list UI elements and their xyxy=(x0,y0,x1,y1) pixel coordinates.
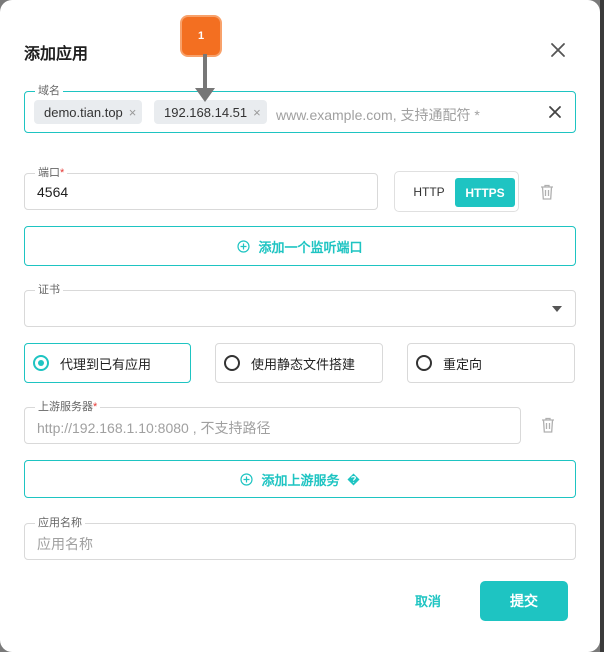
mode-label: 代理到已有应用 xyxy=(60,356,152,372)
mode-proxy-option[interactable]: 代理到已有应用 xyxy=(24,343,191,383)
domain-chip[interactable]: demo.tian.top × xyxy=(34,100,143,124)
chevron-down-icon[interactable] xyxy=(552,306,562,312)
add-port-label: 添加一个监听端口 xyxy=(258,239,363,255)
delete-port-icon[interactable] xyxy=(540,184,554,200)
domain-field[interactable]: 域名 demo.tian.top × 192.168.14.51 × www.e… xyxy=(24,84,576,133)
add-app-dialog: 添加应用 域名 demo.tian.top × 192.168.14.51 × … xyxy=(0,0,600,652)
clear-icon[interactable] xyxy=(548,105,562,119)
upstream-input[interactable]: http://192.168.1.10:8080 , 不支持路径 xyxy=(37,418,270,438)
mode-redirect-option[interactable]: 重定向 xyxy=(407,343,575,383)
mode-label: 重定向 xyxy=(443,356,483,372)
upstream-label: 上游服务器* xyxy=(35,400,101,414)
protocol-http-button[interactable]: HTTP xyxy=(405,181,453,203)
annotation-badge: 1 xyxy=(182,17,220,55)
add-port-button[interactable]: 添加一个监听端口 xyxy=(24,226,576,266)
annotation-arrow-icon xyxy=(195,54,215,102)
chip-remove-icon[interactable]: × xyxy=(129,105,137,120)
domain-label: 域名 xyxy=(35,84,63,98)
domain-input[interactable]: www.example.com, 支持通配符 * xyxy=(276,105,480,125)
plus-circle-icon xyxy=(240,472,254,486)
dialog-title: 添加应用 xyxy=(24,46,89,63)
radio-icon xyxy=(224,355,240,371)
background-edge xyxy=(600,0,604,652)
upstream-field[interactable]: 上游服务器* http://192.168.1.10:8080 , 不支持路径 xyxy=(24,400,521,444)
domain-chip-text: 192.168.14.51 xyxy=(164,104,248,120)
app-name-label: 应用名称 xyxy=(35,516,85,530)
chip-remove-icon[interactable]: × xyxy=(253,105,261,120)
app-name-field[interactable]: 应用名称 应用名称 xyxy=(24,516,576,560)
port-input[interactable]: 4564 xyxy=(37,184,68,200)
submit-button[interactable]: 提交 xyxy=(480,581,568,621)
domain-chip-text: demo.tian.top xyxy=(44,104,123,120)
radio-icon xyxy=(416,355,432,371)
protocol-https-button[interactable]: HTTPS xyxy=(455,178,515,207)
protocol-toggle: HTTP HTTPS xyxy=(394,171,519,212)
help-icon[interactable] xyxy=(346,472,360,486)
cancel-button[interactable]: 取消 xyxy=(406,591,450,611)
mode-label: 使用静态文件搭建 xyxy=(251,356,356,372)
delete-upstream-icon[interactable] xyxy=(541,417,555,433)
close-icon[interactable] xyxy=(549,41,567,59)
certificate-label: 证书 xyxy=(35,283,63,297)
app-name-input[interactable]: 应用名称 xyxy=(37,534,93,554)
port-field[interactable]: 端口* 4564 xyxy=(24,166,378,210)
port-label: 端口* xyxy=(35,166,68,180)
add-upstream-button[interactable]: 添加上游服务 xyxy=(24,460,576,498)
radio-icon xyxy=(33,355,49,371)
plus-circle-icon xyxy=(237,239,251,253)
add-upstream-label: 添加上游服务 xyxy=(261,472,340,488)
certificate-select[interactable]: 证书 xyxy=(24,283,576,327)
mode-static-option[interactable]: 使用静态文件搭建 xyxy=(215,343,383,383)
